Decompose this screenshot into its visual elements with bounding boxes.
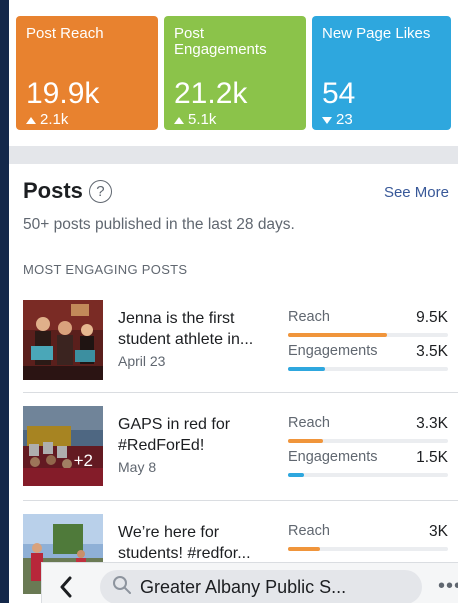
metric-value: 3K: [429, 523, 448, 540]
stat-card-new-page-likes[interactable]: New Page Likes 54 23: [312, 16, 451, 130]
post-title: We’re here for students! #redfor...: [118, 524, 251, 562]
stat-delta: 23: [322, 112, 353, 128]
post-item[interactable]: +2 GAPS in red for #RedForEd! May 8 Reac…: [9, 406, 458, 506]
search-text: Greater Albany Public S...: [140, 576, 347, 597]
stat-card-post-engagements[interactable]: Post Engagements 21.2k 5.1k: [164, 16, 306, 130]
post-title: Jenna is the first student athlete in...: [118, 310, 254, 348]
arrow-up-icon: [174, 116, 184, 124]
stat-delta: 2.1k: [26, 112, 68, 128]
row-divider: [23, 500, 458, 501]
help-icon[interactable]: ?: [88, 179, 112, 203]
post-text: We’re here for students! #redfor...: [118, 522, 288, 564]
engagement-bar-fill: [288, 367, 325, 371]
stat-label: Post Engagements: [174, 25, 267, 58]
browser-bottom-bar: Greater Albany Public S... •••: [41, 562, 458, 603]
metric-label: Reach: [288, 309, 330, 325]
see-more-link[interactable]: See More: [384, 184, 449, 201]
posts-section: Posts ? See More 50+ posts published in …: [9, 164, 458, 603]
stat-delta-value: 5.1k: [188, 111, 217, 128]
post-date: April 23: [118, 353, 166, 369]
arrow-down-icon: [322, 116, 332, 124]
post-text: GAPS in red for #RedForEd! May 8: [118, 414, 288, 475]
engagement-bar-track: [288, 473, 448, 477]
reach-bar-fill: [288, 333, 388, 337]
posts-title: Posts: [23, 178, 83, 203]
post-text: Jenna is the first student athlete in...…: [118, 308, 288, 369]
engagement-bar-track: [288, 367, 448, 371]
section-divider: [9, 146, 458, 164]
posts-heading: Posts ?: [23, 178, 112, 204]
reach-bar-track: [288, 333, 448, 337]
reach-bar-fill: [288, 547, 320, 551]
post-thumbnail: [23, 300, 103, 380]
chevron-left-icon[interactable]: [54, 573, 78, 601]
metric-label: Engagements: [288, 449, 378, 465]
post-title: GAPS in red for #RedForEd!: [118, 416, 231, 454]
post-item[interactable]: Jenna is the first student athlete in...…: [9, 300, 458, 400]
stat-card-post-reach[interactable]: Post Reach 19.9k 2.1k: [16, 16, 158, 130]
metric-label: Reach: [288, 415, 330, 431]
insights-screen: Post Reach 19.9k 2.1k Post Engagements 2…: [9, 0, 458, 603]
arrow-up-icon: [26, 116, 36, 124]
metric-value: 9.5K: [416, 309, 448, 326]
metric-value: 1.5K: [416, 449, 448, 466]
search-icon: [112, 575, 132, 600]
post-date: May 8: [118, 459, 157, 475]
engagements-metric: Engagements 1.5K: [288, 449, 448, 489]
search-bar[interactable]: Greater Albany Public S...: [100, 570, 422, 603]
stat-value: 54: [322, 77, 356, 110]
reach-bar-track: [288, 547, 448, 551]
reach-bar-fill: [288, 439, 324, 443]
stats-row: Post Reach 19.9k 2.1k Post Engagements 2…: [9, 0, 458, 146]
stat-value: 19.9k: [26, 77, 100, 110]
metric-label: Engagements: [288, 343, 378, 359]
reach-bar-track: [288, 439, 448, 443]
stat-delta-value: 2.1k: [40, 111, 69, 128]
metric-label: Reach: [288, 523, 330, 539]
most-engaging-heading: MOST ENGAGING POSTS: [23, 262, 188, 277]
stat-value: 21.2k: [174, 77, 248, 110]
stat-label: Post Reach: [26, 25, 104, 42]
more-options-icon[interactable]: •••: [438, 575, 458, 598]
stat-label: New Page Likes: [322, 25, 431, 42]
stat-delta-value: 23: [336, 111, 353, 128]
more-photos-badge: +2: [23, 406, 103, 486]
engagement-bar-fill: [288, 473, 304, 477]
reach-metric: Reach 3K: [288, 523, 448, 563]
row-divider: [23, 392, 458, 393]
metric-value: 3.3K: [416, 415, 448, 432]
post-thumbnail: +2: [23, 406, 103, 486]
metric-value: 3.5K: [416, 343, 448, 360]
engagements-metric: Engagements 3.5K: [288, 343, 448, 383]
posts-subtitle: 50+ posts published in the last 28 days.: [23, 216, 295, 233]
stat-delta: 5.1k: [174, 112, 216, 128]
